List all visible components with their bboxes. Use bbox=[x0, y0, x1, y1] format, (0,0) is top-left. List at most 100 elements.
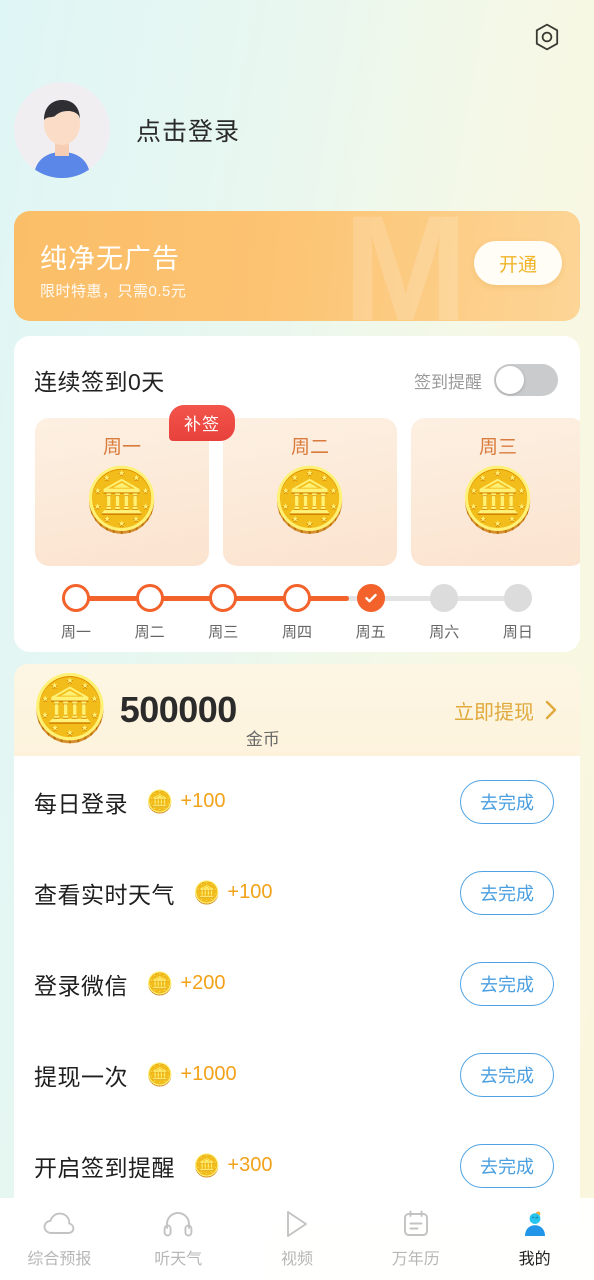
progress-dot bbox=[135, 584, 164, 612]
progress-dot bbox=[62, 584, 90, 612]
checkin-day-card[interactable]: 周二 🪙 bbox=[223, 418, 397, 566]
task-reward: 🪙 +1000 bbox=[146, 1063, 237, 1086]
reminder-toggle[interactable] bbox=[494, 364, 558, 396]
nav-item-calendar[interactable]: 万年历 bbox=[356, 1198, 475, 1280]
chevron-right-icon bbox=[545, 700, 557, 720]
play-icon bbox=[283, 1209, 311, 1239]
progress-day[interactable]: 周三 bbox=[197, 584, 249, 642]
task-action-button[interactable]: 去完成 bbox=[460, 1052, 554, 1097]
nav-label: 听天气 bbox=[154, 1251, 203, 1268]
day-card-label: 周三 bbox=[478, 437, 517, 458]
vip-banner[interactable]: M 纯净无广告 限时特惠，只需0.5元 开通 bbox=[14, 211, 580, 321]
progress-dot-checked bbox=[356, 584, 385, 612]
checkin-day-cards: 周一 🪙 周二 🪙 周三 🪙 bbox=[35, 418, 580, 566]
progress-dot bbox=[430, 584, 459, 612]
task-action-button[interactable]: 去完成 bbox=[460, 1143, 554, 1188]
withdraw-link[interactable]: 立即提现 bbox=[454, 696, 558, 725]
vip-banner-subtitle: 限时特惠，只需0.5元 bbox=[40, 283, 187, 300]
progress-day[interactable]: 周一 bbox=[50, 584, 102, 642]
toggle-knob bbox=[496, 366, 524, 394]
task-name: 登录微信 bbox=[34, 972, 128, 999]
task-action-button[interactable]: 去完成 bbox=[460, 779, 554, 824]
progress-day[interactable]: 周五 bbox=[345, 584, 397, 642]
task-list: 每日登录 🪙 +100 去完成 查看实时天气 🪙 +100 去完成 登录微信 🪙… bbox=[14, 756, 580, 1224]
task-reward: 🪙 +200 bbox=[146, 972, 225, 995]
checkin-progress: 周一 周二 周三 周四 周五 周六 周日 bbox=[50, 584, 544, 642]
headphones-icon bbox=[163, 1209, 193, 1239]
nav-item-video[interactable]: 视频 bbox=[238, 1198, 357, 1280]
avatar[interactable] bbox=[14, 82, 110, 178]
progress-day-label: 周二 bbox=[134, 624, 165, 641]
login-label: 点击登录 bbox=[136, 118, 241, 146]
nav-label: 万年历 bbox=[391, 1251, 440, 1268]
settings-button[interactable] bbox=[526, 16, 568, 58]
header: 点击登录 bbox=[0, 0, 594, 200]
progress-day-label: 周一 bbox=[60, 624, 91, 641]
checkin-card: 连续签到0天 签到提醒 周一 🪙 周二 🪙 周三 🪙 补签 周一 周二 周三 周… bbox=[14, 336, 580, 652]
profile-row[interactable]: 点击登录 bbox=[14, 82, 240, 178]
coin-balance-bar: 🪙 500000 金币 立即提现 bbox=[14, 664, 580, 756]
person-icon bbox=[520, 1209, 550, 1239]
nav-label: 综合预报 bbox=[27, 1251, 92, 1268]
vip-activate-button[interactable]: 开通 bbox=[474, 241, 562, 285]
progress-day[interactable]: 周六 bbox=[418, 584, 470, 642]
progress-day-label: 周四 bbox=[281, 624, 312, 641]
default-avatar-icon bbox=[14, 82, 110, 178]
task-name: 提现一次 bbox=[34, 1063, 128, 1090]
coin-icon: 🪙 bbox=[193, 879, 221, 905]
checkin-reminder-group: 签到提醒 bbox=[414, 364, 558, 396]
gold-coin-icon: 🪙 bbox=[271, 466, 349, 535]
task-name: 开启签到提醒 bbox=[34, 1154, 175, 1181]
task-row: 每日登录 🪙 +100 去完成 bbox=[14, 756, 580, 847]
banner-watermark: M bbox=[343, 211, 468, 321]
progress-dots: 周一 周二 周三 周四 周五 周六 周日 bbox=[50, 584, 544, 642]
coin-icon: 🪙 bbox=[146, 788, 174, 814]
coin-icon: 🪙 bbox=[146, 970, 174, 996]
gold-coin-icon: 🪙 bbox=[83, 466, 161, 535]
progress-day[interactable]: 周二 bbox=[124, 584, 176, 642]
progress-day-label: 周五 bbox=[355, 624, 386, 641]
task-reward-amount: +100 bbox=[180, 790, 226, 812]
progress-day[interactable]: 周日 bbox=[492, 584, 544, 642]
vip-banner-title: 纯净无广告 bbox=[40, 244, 180, 274]
progress-day-label: 周三 bbox=[208, 624, 239, 641]
task-row: 查看实时天气 🪙 +100 去完成 bbox=[14, 847, 580, 938]
app-screen: 点击登录 M 纯净无广告 限时特惠，只需0.5元 开通 连续签到0天 签到提醒 … bbox=[0, 0, 594, 1280]
task-reward: 🪙 +100 bbox=[193, 881, 272, 904]
task-reward: 🪙 +100 bbox=[146, 790, 225, 813]
task-row: 登录微信 🪙 +200 去完成 bbox=[14, 938, 580, 1029]
reminder-label: 签到提醒 bbox=[414, 372, 482, 392]
nav-item-listen-weather[interactable]: 听天气 bbox=[119, 1198, 238, 1280]
nav-item-forecast[interactable]: 综合预报 bbox=[0, 1198, 119, 1280]
progress-dot bbox=[282, 584, 311, 612]
task-reward: 🪙 +300 bbox=[193, 1154, 272, 1177]
progress-day[interactable]: 周四 bbox=[271, 584, 323, 642]
checkin-day-card[interactable]: 周三 🪙 bbox=[411, 418, 580, 566]
nav-item-mine[interactable]: 我的 bbox=[475, 1198, 594, 1280]
progress-dot bbox=[503, 584, 532, 612]
gold-coin-icon: 🪙 bbox=[459, 466, 537, 535]
task-reward-amount: +200 bbox=[180, 972, 226, 994]
nav-label: 视频 bbox=[280, 1251, 313, 1268]
check-icon bbox=[364, 593, 377, 603]
coin-balance-amount: 500000 bbox=[119, 689, 238, 730]
checkin-header: 连续签到0天 签到提醒 bbox=[14, 356, 580, 404]
task-reward-amount: +1000 bbox=[180, 1063, 237, 1085]
cloud-icon bbox=[42, 1209, 76, 1239]
gear-icon bbox=[535, 23, 559, 51]
withdraw-label: 立即提现 bbox=[454, 701, 534, 724]
coin-balance-unit: 金币 bbox=[245, 730, 280, 749]
progress-dot bbox=[209, 584, 238, 612]
calendar-icon bbox=[402, 1209, 430, 1239]
task-name: 查看实时天气 bbox=[34, 881, 175, 908]
task-reward-amount: +100 bbox=[227, 881, 273, 903]
progress-day-label: 周六 bbox=[429, 624, 460, 641]
makeup-signin-badge[interactable]: 补签 bbox=[169, 405, 235, 441]
task-row: 提现一次 🪙 +1000 去完成 bbox=[14, 1029, 580, 1120]
task-action-button[interactable]: 去完成 bbox=[460, 961, 554, 1006]
coin-icon: 🪙 bbox=[146, 1061, 174, 1087]
coin-icon: 🪙 bbox=[193, 1152, 221, 1178]
checkin-title: 连续签到0天 bbox=[34, 369, 165, 395]
task-name: 每日登录 bbox=[34, 790, 128, 817]
task-action-button[interactable]: 去完成 bbox=[460, 870, 554, 915]
